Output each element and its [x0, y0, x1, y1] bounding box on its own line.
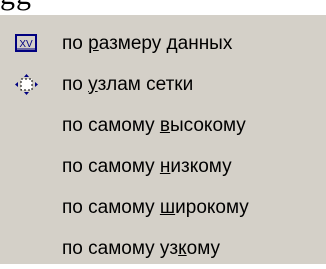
svg-text:XV: XV: [19, 39, 33, 50]
grid-nodes-icon: [14, 73, 40, 96]
menu-item-label: по самому низкому: [62, 155, 232, 177]
menu-item-label: по самому узкому: [62, 237, 220, 259]
size-menu: XV по размеру данных по узлам сетки по с…: [0, 14, 326, 264]
menu-item-label: по самому высокому: [62, 114, 246, 136]
clipped-text-glyphs: gg: [0, 0, 32, 12]
data-size-icon: XV: [14, 33, 40, 55]
menu-item-label: по размеру данных: [62, 32, 233, 54]
menu-item-by-grid-nodes[interactable]: по узлам сетки: [0, 64, 326, 105]
menu-item-by-data-size[interactable]: XV по размеру данных: [0, 23, 326, 64]
menu-item-by-narrowest[interactable]: по самому узкому: [0, 228, 326, 269]
menu-item-by-tallest[interactable]: по самому высокому: [0, 105, 326, 146]
menu-item-label: по узлам сетки: [62, 73, 194, 95]
menu-item-by-widest[interactable]: по самому широкому: [0, 187, 326, 228]
menu-item-by-shortest[interactable]: по самому низкому: [0, 146, 326, 187]
menu-item-label: по самому широкому: [62, 196, 249, 218]
top-text-fragment: gg: [0, 0, 326, 14]
